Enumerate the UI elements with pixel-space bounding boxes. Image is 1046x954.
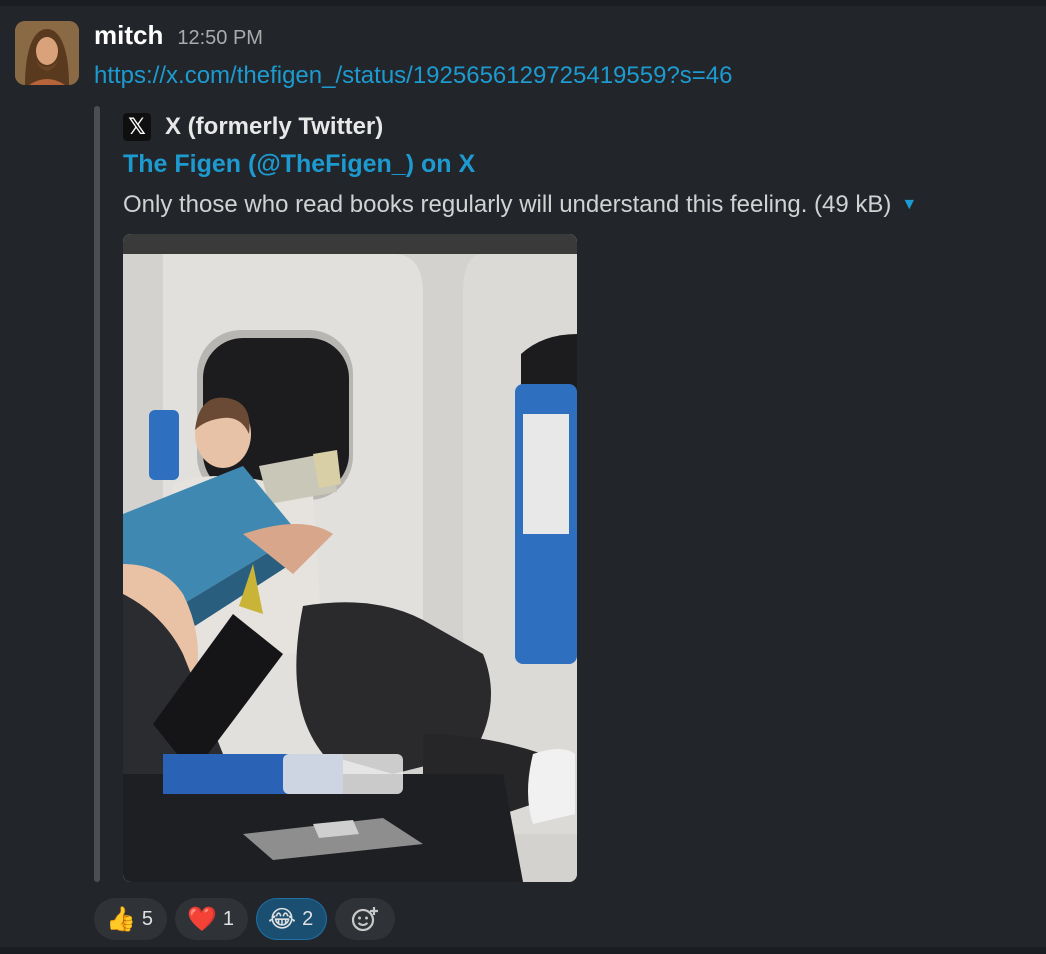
heart-icon: ❤️ [187, 905, 217, 933]
x-logo-icon: 𝕏 [123, 113, 151, 141]
unfurl-source-name: X (formerly Twitter) [165, 113, 384, 140]
username[interactable]: mitch [94, 20, 163, 51]
reaction-laughing[interactable]: 😂 2 [256, 898, 328, 940]
reaction-count: 5 [141, 907, 154, 930]
reaction-thumbs-up[interactable]: 👍 5 [94, 898, 168, 940]
reaction-count: 2 [302, 907, 314, 930]
reaction-count: 1 [222, 907, 235, 930]
reaction-heart[interactable]: ❤️ 1 [175, 898, 249, 940]
collapse-caret-icon[interactable]: ▼ [901, 196, 917, 214]
unfurl-description: Only those who read books regularly will… [123, 191, 917, 219]
unfurl-quote-bar [94, 106, 100, 882]
unfurl-source: 𝕏 X (formerly Twitter) [123, 112, 383, 142]
avatar[interactable] [15, 21, 79, 85]
unfurl-description-text: Only those who read books regularly will… [123, 191, 892, 218]
thumbs-up-icon: 👍 [106, 905, 136, 933]
reactions-bar: 👍 5 ❤️ 1 😂 2 [94, 898, 396, 940]
unfurl-title-link[interactable]: The Figen (@TheFigen_) on X [123, 150, 475, 179]
add-reaction-icon [352, 907, 379, 932]
message-pane: mitch 12:50 PM https://x.com/thefigen_/s… [0, 6, 1046, 947]
laughing-face-icon: 😂 [268, 905, 297, 933]
message-header: mitch 12:50 PM [94, 20, 263, 56]
timestamp[interactable]: 12:50 PM [177, 27, 263, 50]
video-preview[interactable] [123, 234, 577, 882]
message-link[interactable]: https://x.com/thefigen_/status/192565612… [94, 62, 733, 90]
add-reaction-button[interactable] [335, 898, 396, 940]
